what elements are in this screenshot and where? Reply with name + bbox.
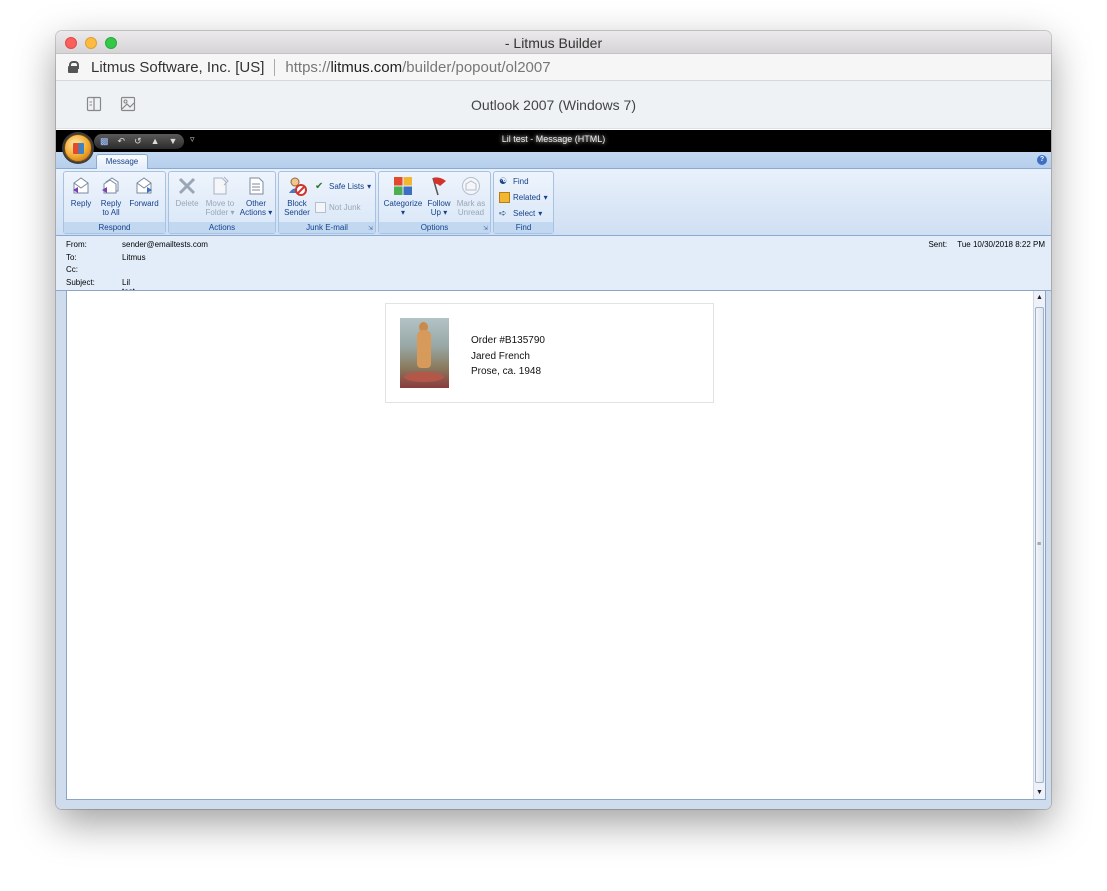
safe-lists-icon: ✔	[315, 181, 324, 192]
group-options-label: Options	[379, 222, 490, 233]
artwork-title: Prose, ca. 1948	[471, 366, 542, 377]
cc-label: Cc:	[66, 265, 78, 274]
message-header: From: sender@emailtests.com To: Litmus C…	[56, 236, 1051, 296]
litmus-toolbar: Outlook 2007 (Windows 7)	[56, 81, 1051, 129]
sent-row: Sent: Tue 10/30/2018 8:22 PM	[928, 240, 1045, 249]
address-bar[interactable]: Litmus Software, Inc. [US] https://litmu…	[56, 54, 1051, 81]
flag-icon	[432, 177, 446, 196]
mark-as-unread-button[interactable]: Mark as Unread	[455, 176, 487, 217]
order-number: Order #B135790	[471, 335, 545, 346]
binoculars-icon: ☯	[499, 176, 508, 186]
url-path: /builder/popout/ol2007	[402, 58, 551, 76]
junk-email-options-launcher[interactable]: ⇲	[368, 225, 373, 232]
group-junk-email: Block Sender ✔ Safe Lists ▾ Not Junk Junk…	[278, 171, 376, 234]
url-domain: litmus.com	[330, 58, 403, 76]
figure-body	[417, 330, 431, 368]
group-respond: Reply Reply to All Forward Respond	[63, 171, 166, 234]
lock-icon	[68, 61, 79, 73]
subject-label: Subject:	[66, 278, 95, 287]
ribbon-tab-row: Message ?	[56, 152, 1051, 170]
message-body[interactable]: Order #B135790 Jared French Prose, ca. 1…	[66, 290, 1046, 800]
scroll-down-icon[interactable]: ▼	[1036, 789, 1043, 796]
order-card: Order #B135790 Jared French Prose, ca. 1…	[385, 303, 714, 403]
vertical-scrollbar[interactable]: ▲ ≡ ▼	[1033, 291, 1045, 799]
site-identity: Litmus Software, Inc. [US]	[91, 58, 265, 76]
cursor-icon: ➪	[499, 208, 507, 218]
related-button[interactable]: Related ▾	[499, 192, 548, 203]
url-scheme: https://	[285, 58, 331, 76]
figure-ground	[404, 372, 444, 382]
reply-all-button[interactable]: Reply to All	[97, 176, 125, 217]
outlook-caption: Lil test - Message (HTML)	[501, 134, 606, 144]
delete-icon	[178, 177, 196, 195]
ribbon: Reply Reply to All Forward Respond Delete	[56, 169, 1051, 236]
sent-value: Tue 10/30/2018 8:22 PM	[957, 240, 1045, 249]
group-actions: Delete Move to Folder ▾ Other Actions ▾ Ac…	[168, 171, 276, 234]
office-button[interactable]	[64, 134, 92, 162]
artist-name: Jared French	[471, 350, 530, 362]
from-label: From:	[66, 240, 87, 249]
tab-message[interactable]: Message	[96, 154, 148, 170]
group-options: Categorize ▾ Follow Up ▾ Mark as Unread Opt…	[378, 171, 491, 234]
safe-lists-button[interactable]: ✔ Safe Lists ▾	[315, 181, 371, 192]
address-divider	[274, 58, 276, 76]
from-value[interactable]: sender@emailtests.com	[122, 240, 208, 249]
related-icon	[499, 192, 510, 203]
group-find: ☯ Find Related ▾ ➪ Select ▾ Find	[493, 171, 554, 234]
mark-as-unread-icon	[462, 177, 480, 195]
find-button[interactable]: ☯ Find	[499, 176, 529, 187]
options-launcher[interactable]: ⇲	[483, 225, 488, 232]
other-actions-icon	[249, 177, 264, 195]
to-value[interactable]: Litmus	[122, 253, 146, 262]
reply-all-icon	[102, 177, 119, 194]
move-to-folder-button[interactable]: Move to Folder ▾	[203, 176, 237, 217]
group-find-label: Find	[494, 222, 553, 233]
other-actions-button[interactable]: Other Actions ▾	[239, 176, 273, 217]
group-respond-label: Respond	[64, 222, 165, 233]
block-sender-button[interactable]: Block Sender	[282, 176, 312, 217]
group-junk-email-label: Junk E-mail	[279, 222, 375, 233]
categorize-icon	[394, 177, 412, 195]
follow-up-button[interactable]: Follow Up ▾	[425, 176, 453, 217]
artwork-thumbnail[interactable]	[400, 318, 449, 388]
window-titlebar: - Litmus Builder	[56, 31, 1051, 54]
outlook-message-window: ▩ ↶ ↺ ▲ ▼ ▿ Lil test - Message (HTML) Me…	[56, 130, 1051, 809]
scroll-grip-icon: ≡	[1037, 541, 1042, 548]
order-details: Order #B135790 Jared French Prose, ca. 1…	[471, 333, 545, 380]
move-to-folder-icon	[213, 176, 229, 195]
office-logo-icon	[73, 143, 84, 154]
not-junk-icon	[315, 202, 326, 213]
reply-button[interactable]: Reply	[68, 176, 94, 208]
browser-window: - Litmus Builder Litmus Software, Inc. […	[56, 31, 1051, 809]
select-button[interactable]: ➪ Select ▾	[499, 208, 542, 219]
not-junk-button[interactable]: Not Junk	[315, 202, 361, 213]
email-client-name: Outlook 2007 (Windows 7)	[471, 97, 636, 113]
to-label: To:	[66, 253, 77, 262]
scroll-up-icon[interactable]: ▲	[1036, 294, 1043, 301]
reply-icon	[73, 177, 89, 194]
group-actions-label: Actions	[169, 222, 275, 233]
window-title: - Litmus Builder	[504, 35, 603, 51]
sent-label: Sent:	[928, 240, 948, 249]
help-icon[interactable]: ?	[1037, 155, 1047, 165]
delete-button[interactable]: Delete	[172, 176, 202, 208]
forward-button[interactable]: Forward	[127, 176, 161, 208]
categorize-button[interactable]: Categorize ▾	[382, 176, 424, 217]
forward-icon	[136, 177, 152, 194]
outlook-titlebar: ▩ ↶ ↺ ▲ ▼ ▿ Lil test - Message (HTML)	[56, 130, 1051, 162]
block-sender-icon	[289, 177, 307, 196]
